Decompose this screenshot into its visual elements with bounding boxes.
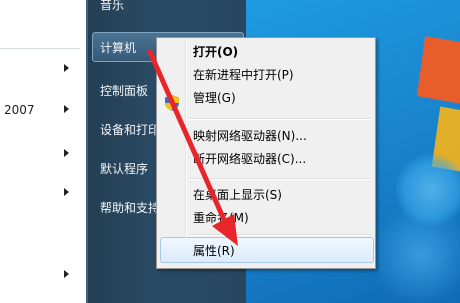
start-item-default-programs[interactable]: 默认程序: [100, 160, 148, 177]
start-item-help-support[interactable]: 帮助和支持: [100, 199, 160, 216]
panel-edge: [86, 0, 88, 303]
start-item-devices-printers[interactable]: 设备和打印: [100, 121, 160, 138]
submenu-arrow-icon[interactable]: [64, 188, 69, 196]
wallpaper-glow: [366, 200, 460, 303]
menu-item-properties[interactable]: 属性(R): [193, 242, 235, 259]
menu-item-manage[interactable]: 管理(G): [193, 89, 236, 106]
start-item-music[interactable]: 音乐: [100, 0, 124, 13]
menu-item-open[interactable]: 打开(O): [193, 43, 238, 60]
submenu-arrow-icon[interactable]: [64, 105, 69, 113]
submenu-arrow-icon[interactable]: [64, 270, 69, 278]
submenu-arrow-icon[interactable]: [64, 64, 69, 72]
menu-item-map-network-drive[interactable]: 映射网络驱动器(N)...: [193, 127, 307, 144]
windows-logo-red: [416, 36, 460, 104]
start-menu-left-panel: 2007: [0, 0, 86, 303]
menu-separator: [189, 118, 371, 120]
start-item-computer[interactable]: 计算机: [100, 39, 136, 56]
menu-item-open-new-process[interactable]: 在新进程中打开(P): [193, 66, 294, 83]
menu-item-rename[interactable]: 重命名(M): [193, 209, 249, 226]
start-item-control-panel[interactable]: 控制面板: [100, 82, 148, 99]
menu-separator: [189, 234, 371, 236]
menu-item-show-on-desktop[interactable]: 在桌面上显示(S): [193, 186, 282, 203]
recent-item-year[interactable]: 2007: [4, 103, 35, 117]
submenu-arrow-icon[interactable]: [64, 149, 69, 157]
context-menu: 打开(O) 在新进程中打开(P) 管理(G) 映射网络驱动器(N)... 断开网…: [156, 37, 376, 269]
menu-separator: [189, 178, 371, 180]
divider: [0, 48, 80, 49]
menu-icon-gutter: [185, 40, 187, 266]
menu-item-disconnect-network-drive[interactable]: 断开网络驱动器(C)...: [193, 150, 306, 167]
uac-shield-icon: [165, 95, 179, 111]
